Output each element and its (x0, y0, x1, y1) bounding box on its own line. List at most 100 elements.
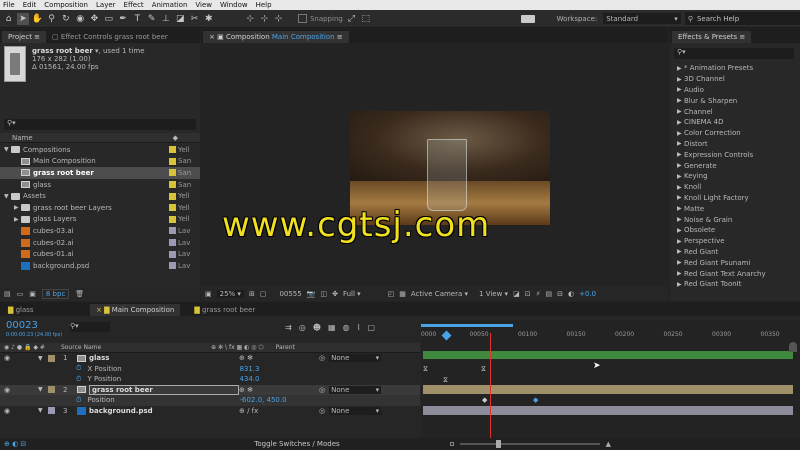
disclosure-triangle-icon[interactable]: ▼ (38, 407, 45, 414)
tab-composition[interactable]: × ▣ Composition Main Composition ≡ (203, 31, 349, 43)
disclosure-triangle-icon[interactable]: ▶ (677, 108, 684, 115)
project-item[interactable]: ▼ Compositions Yell (0, 144, 200, 156)
disclosure-triangle-icon[interactable]: ▼ (38, 386, 45, 393)
effects-category[interactable]: ▶ Knoll (670, 182, 800, 193)
tab-effects-presets[interactable]: Effects & Presets ≡ (672, 31, 752, 43)
shy-icon[interactable]: ☻ (313, 323, 321, 332)
label-color-swatch[interactable] (169, 146, 176, 154)
label-color-swatch[interactable] (169, 262, 176, 270)
project-item[interactable]: Main Composition San (0, 156, 200, 168)
effects-category[interactable]: ▶ Generate (670, 160, 800, 171)
project-item[interactable]: cubes-01.ai Lav (0, 248, 200, 260)
layer-name[interactable]: grass root beer (89, 384, 239, 395)
pick-whip-icon[interactable]: ◎ (319, 386, 325, 394)
brush-tool-icon[interactable]: ✎ (146, 13, 157, 25)
menu-item-effect[interactable]: Effect (124, 1, 144, 9)
effects-category[interactable]: ▶ 3D Channel (670, 74, 800, 85)
draft-3d-icon[interactable]: ◎ (299, 323, 306, 332)
timeline-layer-row[interactable]: ◉ ▼ 1 glass ⊕ ✻ ◎ None ▾ (0, 353, 420, 364)
grid-icon[interactable]: ⊞ (249, 290, 255, 298)
disclosure-triangle-icon[interactable]: ▶ (677, 259, 684, 266)
effects-category[interactable]: ▶ Red Giant ToonIt (670, 279, 800, 290)
timeline-tab[interactable]: ▇ glass (2, 304, 82, 316)
timeline-tab[interactable]: × ▇ Main Composition (90, 304, 181, 316)
property-value[interactable]: 831.3 (239, 365, 259, 373)
label-color-swatch[interactable] (169, 169, 176, 177)
stopwatch-icon[interactable]: ⏱ (76, 396, 81, 405)
disclosure-triangle-icon[interactable]: ▶ (14, 204, 21, 211)
disclosure-triangle-icon[interactable]: ▶ (677, 65, 684, 72)
disclosure-triangle-icon[interactable]: ▶ (677, 184, 684, 191)
disclosure-triangle-icon[interactable]: ▶ (677, 151, 684, 158)
comp-button-icon[interactable] (789, 342, 797, 352)
stopwatch-icon[interactable]: ⏱ (76, 375, 81, 384)
label-color-swatch[interactable] (169, 192, 176, 200)
workspace-dropdown[interactable]: Standard ▾ (603, 13, 681, 24)
layer-name[interactable]: background.psd (89, 407, 239, 415)
effects-category[interactable]: ▶ Channel (670, 106, 800, 117)
layer-name[interactable]: glass (89, 354, 239, 362)
label-color-swatch[interactable] (169, 215, 176, 223)
trash-icon[interactable]: 🗑 (75, 290, 84, 298)
tab-effect-controls[interactable]: ▢ Effect Controls grass root beer (46, 31, 174, 43)
interpret-footage-icon[interactable]: ▤ (4, 290, 11, 298)
keyframe-icon[interactable]: ◆ (482, 396, 487, 404)
effects-category[interactable]: ▶ Audio (670, 85, 800, 96)
effects-category[interactable]: ▶ Matte (670, 203, 800, 214)
rectangle-tool-icon[interactable]: ▭ (103, 13, 114, 25)
zoom-out-icon[interactable] (449, 442, 454, 446)
layer-property-row[interactable]: ⏱ Position -602.0, 450.0 (0, 395, 420, 406)
label-color-swatch[interactable] (169, 157, 176, 165)
menu-item-view[interactable]: View (195, 1, 212, 9)
effects-category[interactable]: ▶ Color Correction (670, 128, 800, 139)
snapshot-icon[interactable]: 📷 (307, 290, 316, 298)
transparency-grid-icon[interactable]: ▦ (399, 290, 406, 298)
disclosure-triangle-icon[interactable]: ▶ (677, 238, 684, 245)
effects-category[interactable]: ▶ Red Giant Psunami (670, 257, 800, 268)
eraser-tool-icon[interactable]: ◪ (175, 13, 186, 25)
flowchart-icon[interactable]: ⊟ (557, 290, 563, 298)
rotate-tool-icon[interactable]: ↻ (60, 13, 71, 25)
show-snapshot-icon[interactable]: ◫ (320, 290, 327, 298)
effects-category[interactable]: ▶ Knoll Light Factory (670, 193, 800, 204)
bpc-badge[interactable]: 8 bpc (41, 288, 70, 299)
disclosure-triangle-icon[interactable]: ▶ (677, 173, 684, 180)
disclosure-triangle-icon[interactable]: ▶ (677, 270, 684, 277)
color-channel-icon[interactable]: ✤ (332, 290, 338, 298)
disclosure-triangle-icon[interactable]: ▶ (677, 162, 684, 169)
brainstorm-icon[interactable]: ▢ (367, 323, 375, 332)
timeline-graph-area[interactable]: 0000 00050 00100 00150 00200 00250 00300 00350 … (421, 320, 800, 450)
graph-editor-icon[interactable]: ⌇ (357, 323, 361, 332)
timeline-layer-row[interactable]: ◉ ▼ 2 grass root beer ⊕ ✻ ◎ None ▾ (0, 384, 420, 395)
layer-property-row[interactable]: ⏱ Y Position 434.0 (0, 374, 420, 385)
parent-dropdown[interactable]: None ▾ (329, 385, 382, 394)
clone-tool-icon[interactable]: ⊥ (160, 13, 171, 25)
puppet-tool-icon[interactable]: ✱ (203, 13, 214, 25)
layer-switches[interactable]: ⊕ / fx (239, 407, 319, 415)
menu-item-composition[interactable]: Composition (44, 1, 88, 9)
selection-tool-icon[interactable]: ➤ (17, 12, 29, 25)
time-ruler[interactable]: 0000 00050 00100 00150 00200 00250 00300 00350 (421, 331, 791, 341)
fast-preview-icon[interactable]: ⚡ (536, 290, 541, 298)
view-options-icon[interactable]: ◪ (513, 290, 520, 298)
eye-icon[interactable]: ◉ (4, 407, 38, 415)
toggle-region-icon[interactable]: ▣ (205, 290, 212, 298)
keyframe-icon[interactable]: ◆ (533, 396, 538, 404)
axis-view-icon[interactable]: ⊹ (273, 13, 284, 25)
disclosure-triangle-icon[interactable]: ▶ (677, 86, 684, 93)
project-item[interactable]: cubes-02.ai Lav (0, 237, 200, 249)
snap-edges-icon[interactable]: ⬚ (360, 13, 371, 25)
label-color-swatch[interactable] (169, 227, 176, 235)
work-area-bar[interactable] (421, 324, 513, 327)
zoom-in-icon[interactable]: ▲ (606, 440, 611, 448)
zoom-dropdown[interactable]: 25% ▾ (216, 289, 244, 298)
zoom-tool-icon[interactable]: ⚲ (46, 13, 57, 25)
effects-category[interactable]: ▶ CINEMA 4D (670, 117, 800, 128)
motion-blur-icon[interactable]: ◍ (343, 323, 350, 332)
playhead-line[interactable] (490, 333, 491, 450)
effects-category[interactable]: ▶ * Animation Presets (670, 63, 800, 74)
project-item[interactable]: ▼ Assets Yell (0, 190, 200, 202)
label-color-swatch[interactable] (169, 181, 176, 189)
disclosure-triangle-icon[interactable]: ▶ (677, 194, 684, 201)
stopwatch-icon[interactable]: ⏱ (76, 364, 81, 373)
